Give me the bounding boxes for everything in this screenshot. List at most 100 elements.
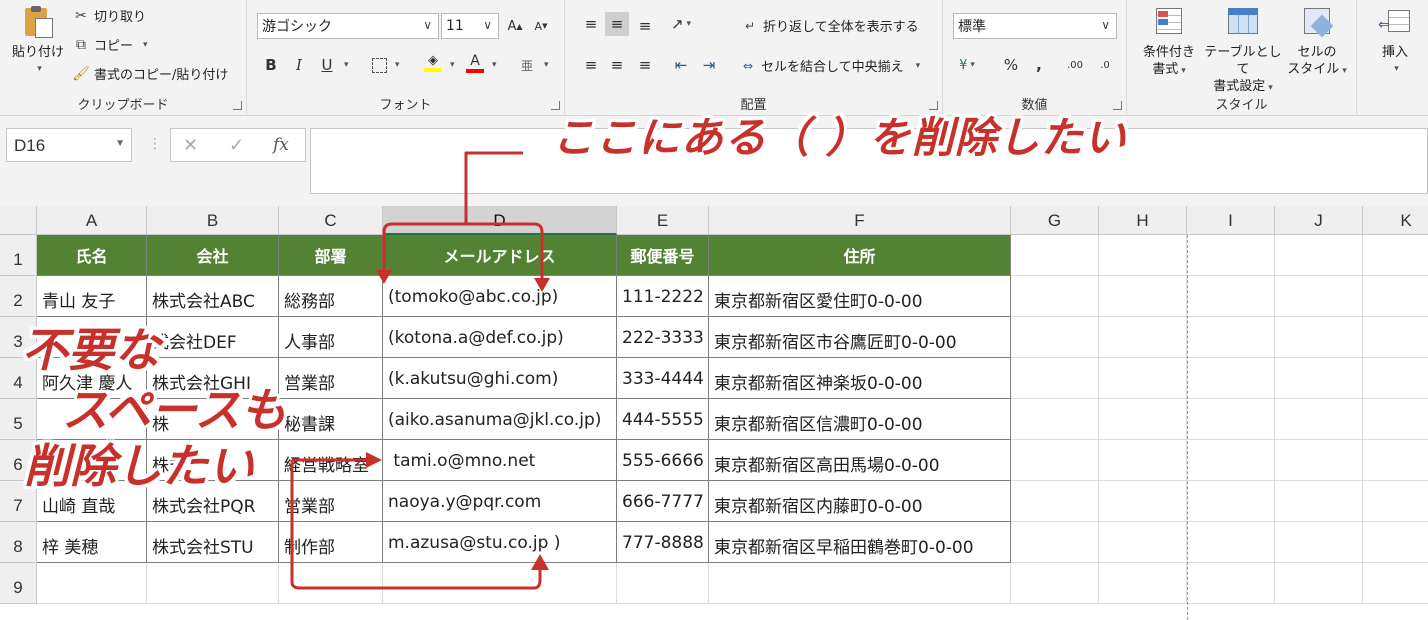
empty-cell[interactable] (1363, 481, 1428, 522)
empty-cell[interactable] (1363, 440, 1428, 481)
wrap-text-button[interactable]: ↵ 折り返して全体を表示する (741, 16, 919, 36)
table-cell[interactable]: 東京都新宿区高田馬場0-0-00 (709, 440, 1011, 481)
empty-cell[interactable] (1099, 563, 1187, 604)
align-center-button[interactable]: ≡ (605, 53, 629, 77)
enter-icon[interactable]: ✓ (229, 135, 244, 156)
empty-cell[interactable] (1011, 235, 1099, 276)
column-header-i[interactable]: I (1187, 206, 1275, 235)
borders-button[interactable] (367, 53, 391, 77)
column-header-j[interactable]: J (1275, 206, 1363, 235)
empty-cell[interactable] (1011, 358, 1099, 399)
empty-cell[interactable] (1363, 317, 1428, 358)
empty-cell[interactable] (1187, 481, 1275, 522)
table-cell[interactable]: 株式会社ABC (147, 276, 279, 317)
paste-button[interactable]: 貼り付け ▾ (10, 6, 66, 78)
table-cell[interactable]: 東京都新宿区早稲田鶴巻町0-0-00 (709, 522, 1011, 563)
underline-button[interactable]: U (315, 53, 339, 77)
table-cell[interactable]: 秘書課 (279, 399, 383, 440)
column-header-f[interactable]: F (709, 206, 1011, 235)
empty-cell[interactable] (617, 563, 709, 604)
column-header-g[interactable]: G (1011, 206, 1099, 235)
table-cell[interactable]: 222-3333 (617, 317, 709, 358)
table-header-cell[interactable]: 会社 (147, 235, 279, 276)
comma-style-button[interactable]: , (1027, 53, 1051, 77)
empty-cell[interactable] (1011, 276, 1099, 317)
fill-color-button[interactable]: ◈ (421, 51, 445, 75)
table-cell[interactable]: (aiko.asanuma@jkl.co.jp) (383, 399, 617, 440)
cancel-icon[interactable]: ✕ (183, 135, 198, 156)
empty-cell[interactable] (1187, 563, 1275, 604)
align-middle-button[interactable]: ≡ (605, 12, 629, 36)
table-cell[interactable]: 式会社DEF (147, 317, 279, 358)
table-cell[interactable]: 111-2222 (617, 276, 709, 317)
empty-cell[interactable] (1363, 522, 1428, 563)
empty-cell[interactable] (1011, 522, 1099, 563)
align-right-button[interactable]: ≡ (633, 53, 657, 77)
select-all-corner[interactable] (0, 206, 37, 235)
row-header-8[interactable]: 8 (0, 522, 37, 563)
empty-cell[interactable] (1275, 522, 1363, 563)
row-header-9[interactable]: 9 (0, 563, 37, 604)
empty-cell[interactable] (1099, 358, 1187, 399)
table-header-cell[interactable]: 部署 (279, 235, 383, 276)
empty-cell[interactable] (1187, 358, 1275, 399)
table-cell[interactable]: 444-5555 (617, 399, 709, 440)
font-size-select[interactable]: 11 ∨ (441, 13, 499, 39)
cell-styles-button[interactable]: セルの スタイル ▾ (1285, 6, 1349, 80)
align-top-button[interactable]: ≡ (579, 12, 603, 36)
table-cell[interactable]: 東京都新宿区愛住町0-0-00 (709, 276, 1011, 317)
empty-cell[interactable] (1363, 235, 1428, 276)
table-header-cell[interactable]: メールアドレス (383, 235, 617, 276)
name-box[interactable]: D16 ▼ (6, 128, 132, 162)
table-cell[interactable]: 梓 美穂 (37, 522, 147, 563)
table-cell[interactable]: 333-4444 (617, 358, 709, 399)
bold-button[interactable]: B (259, 53, 283, 77)
column-header-c[interactable]: C (279, 206, 383, 235)
row-header-1[interactable]: 1 (0, 235, 37, 276)
empty-cell[interactable] (279, 563, 383, 604)
empty-cell[interactable] (1011, 399, 1099, 440)
table-header-cell[interactable]: 氏名 (37, 235, 147, 276)
empty-cell[interactable] (1011, 317, 1099, 358)
number-format-select[interactable]: 標準 ∨ (953, 13, 1117, 39)
table-cell[interactable]: 営業部 (279, 481, 383, 522)
decrease-font-size-button[interactable]: A ▼ (529, 14, 553, 38)
table-cell[interactable]: 制作部 (279, 522, 383, 563)
empty-cell[interactable] (1099, 481, 1187, 522)
empty-cell[interactable] (147, 563, 279, 604)
empty-cell[interactable] (1275, 440, 1363, 481)
empty-cell[interactable] (1187, 522, 1275, 563)
empty-cell[interactable] (383, 563, 617, 604)
empty-cell[interactable] (1275, 235, 1363, 276)
column-header-h[interactable]: H (1099, 206, 1187, 235)
table-header-cell[interactable]: 郵便番号 (617, 235, 709, 276)
empty-cell[interactable] (1187, 276, 1275, 317)
orientation-button[interactable]: ↗ ▾ (669, 12, 693, 36)
table-cell[interactable]: 株式会社STU (147, 522, 279, 563)
empty-cell[interactable] (1099, 317, 1187, 358)
table-cell[interactable]: 東京都新宿区市谷鷹匠町0-0-00 (709, 317, 1011, 358)
row-header-2[interactable]: 2 (0, 276, 37, 317)
table-cell[interactable]: m.azusa@stu.co.jp ) (383, 522, 617, 563)
table-cell[interactable]: 営業部 (279, 358, 383, 399)
table-header-cell[interactable]: 住所 (709, 235, 1011, 276)
empty-cell[interactable] (1099, 522, 1187, 563)
accounting-format-button[interactable]: ¥ ▾ (955, 53, 979, 77)
decrease-indent-button[interactable]: ⇤ (669, 53, 693, 77)
align-left-button[interactable]: ≡ (579, 53, 603, 77)
empty-cell[interactable] (1363, 563, 1428, 604)
table-cell[interactable]: 666-7777 (617, 481, 709, 522)
increase-indent-button[interactable]: ⇥ (697, 53, 721, 77)
empty-cell[interactable] (1275, 358, 1363, 399)
increase-font-size-button[interactable]: A ▲ (503, 14, 527, 38)
increase-decimal-button[interactable]: .00 (1063, 53, 1087, 77)
empty-cell[interactable] (1011, 563, 1099, 604)
empty-cell[interactable] (1275, 481, 1363, 522)
row-header-5[interactable]: 5 (0, 399, 37, 440)
table-cell[interactable]: 東京都新宿区神楽坂0-0-00 (709, 358, 1011, 399)
table-cell[interactable]: (tomoko@abc.co.jp) (383, 276, 617, 317)
phonetic-button[interactable]: 亜 (515, 53, 539, 77)
column-header-e[interactable]: E (617, 206, 709, 235)
empty-cell[interactable] (1099, 235, 1187, 276)
empty-cell[interactable] (1011, 481, 1099, 522)
